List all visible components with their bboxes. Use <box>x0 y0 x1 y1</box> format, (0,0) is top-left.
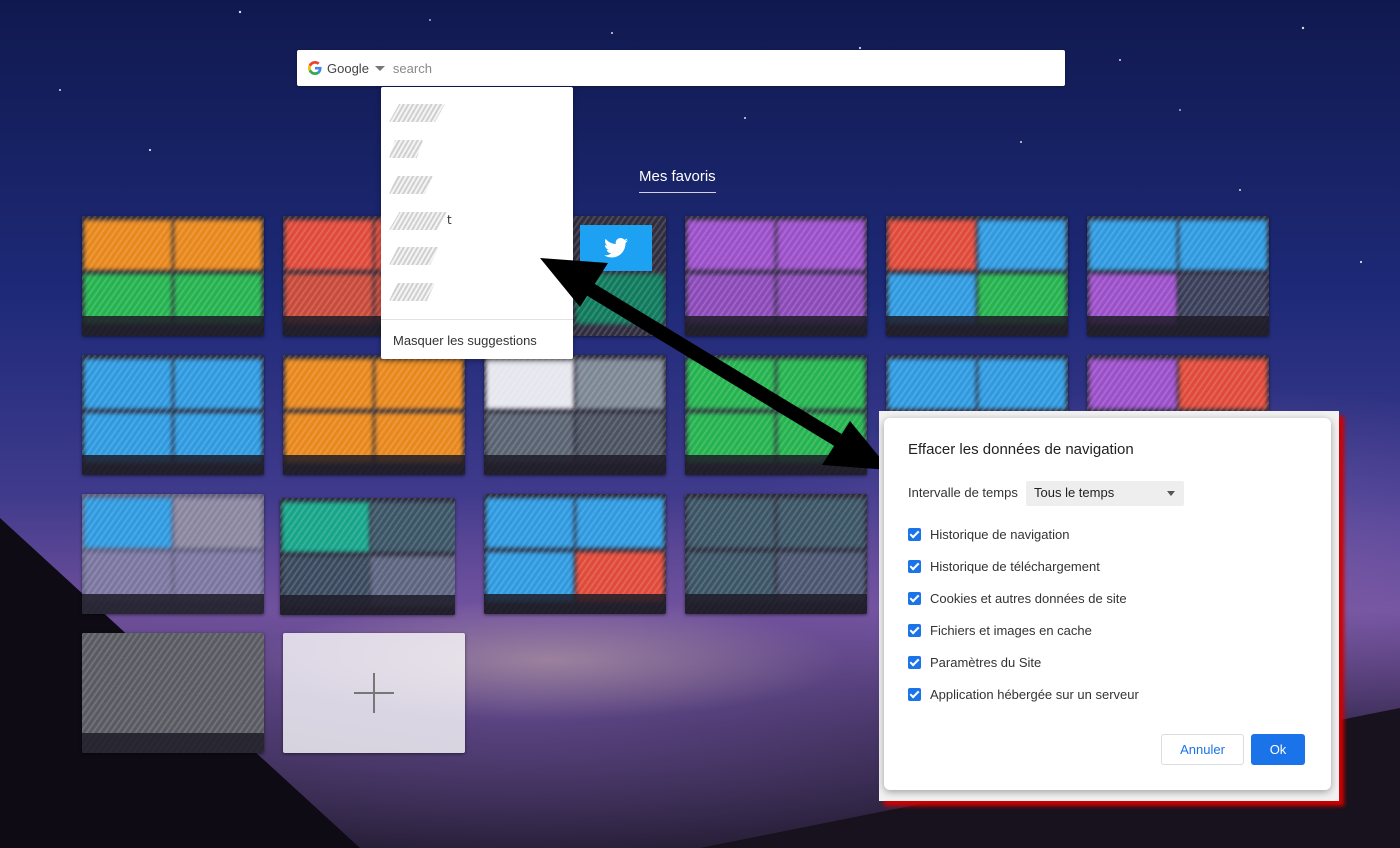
search-engine-selector[interactable]: Google <box>297 50 385 86</box>
option-download-history[interactable]: Historique de téléchargement <box>908 558 1100 574</box>
search-bar: Google <box>297 50 1065 86</box>
google-icon <box>308 61 322 75</box>
clear-browsing-data-dialog: Effacer les données de navigation Interv… <box>884 418 1331 790</box>
option-label: Application hébergée sur un serveur <box>930 686 1139 702</box>
option-label: Historique de navigation <box>930 526 1070 542</box>
dialog-title: Effacer les données de navigation <box>908 441 1134 458</box>
favorite-tile[interactable] <box>280 498 455 615</box>
redacted-text <box>389 140 423 158</box>
favorite-tile[interactable] <box>283 355 465 475</box>
option-label: Cookies et autres données de site <box>930 590 1127 606</box>
chevron-down-icon <box>1167 491 1175 496</box>
redacted-text <box>389 104 445 122</box>
suggestion-item[interactable]: t <box>389 212 452 230</box>
time-range-select[interactable]: Tous le temps <box>1026 481 1184 506</box>
favorite-tile[interactable] <box>685 494 867 614</box>
suggestion-item[interactable] <box>389 140 423 158</box>
search-suggestions-dropdown: t Masquer les suggestions <box>381 87 573 359</box>
redacted-text <box>389 283 435 301</box>
search-input[interactable] <box>390 52 1065 84</box>
favorite-tile[interactable] <box>82 633 264 753</box>
checkbox-checked[interactable] <box>908 623 921 637</box>
redacted-text <box>389 176 433 194</box>
twitter-icon <box>580 225 652 271</box>
checkbox-checked[interactable] <box>908 591 921 605</box>
option-label: Paramètres du Site <box>930 654 1042 670</box>
favorite-tile[interactable] <box>484 494 666 614</box>
chevron-down-icon <box>374 65 385 71</box>
cancel-button[interactable]: Annuler <box>1161 734 1244 765</box>
favorite-tile[interactable] <box>82 494 264 614</box>
favorite-tile[interactable] <box>484 355 666 475</box>
favorites-title: Mes favoris <box>639 168 716 193</box>
checkbox-checked[interactable] <box>908 559 921 573</box>
option-label: Fichiers et images en cache <box>930 622 1092 638</box>
divider <box>381 319 573 320</box>
time-range-label: Intervalle de temps <box>908 485 1018 500</box>
suggestion-item[interactable] <box>389 283 435 301</box>
option-browsing-history[interactable]: Historique de navigation <box>908 526 1069 542</box>
suggestion-text: t <box>447 213 452 227</box>
checkbox-checked[interactable] <box>908 527 921 541</box>
favorite-tile[interactable] <box>82 355 264 475</box>
option-cookies[interactable]: Cookies et autres données de site <box>908 590 1127 606</box>
option-label: Historique de téléchargement <box>930 558 1100 574</box>
suggestion-item[interactable] <box>389 247 439 265</box>
favorite-tile[interactable] <box>886 216 1068 336</box>
option-cached-files[interactable]: Fichiers et images en cache <box>908 622 1092 638</box>
checkbox-checked[interactable] <box>908 655 921 669</box>
option-hosted-app[interactable]: Application hébergée sur un serveur <box>908 686 1139 702</box>
suggestion-item[interactable] <box>389 104 445 122</box>
add-favorite-button[interactable] <box>283 633 465 753</box>
favorite-tile[interactable] <box>685 216 867 336</box>
redacted-text <box>389 212 447 230</box>
favorite-tile[interactable] <box>82 216 264 336</box>
time-range-value: Tous le temps <box>1034 485 1115 500</box>
checkbox-checked[interactable] <box>908 687 921 701</box>
redacted-text <box>389 247 439 265</box>
hide-suggestions-button[interactable]: Masquer les suggestions <box>393 333 537 348</box>
ok-button[interactable]: Ok <box>1251 734 1305 765</box>
suggestion-item[interactable] <box>389 176 433 194</box>
search-engine-label: Google <box>327 60 369 76</box>
favorite-tile[interactable] <box>1087 216 1269 336</box>
option-site-settings[interactable]: Paramètres du Site <box>908 654 1041 670</box>
favorite-tile[interactable] <box>685 355 867 475</box>
